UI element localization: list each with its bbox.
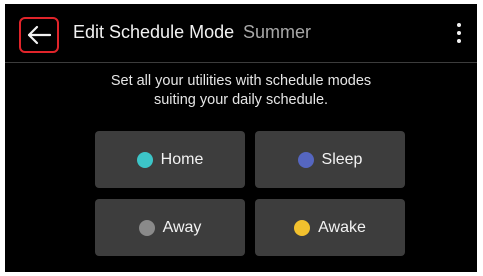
mode-label: Awake xyxy=(318,218,366,236)
mode-button-sleep[interactable]: Sleep xyxy=(255,131,405,188)
more-vertical-icon xyxy=(457,23,461,27)
home-color-dot-icon xyxy=(136,151,153,168)
more-options-button[interactable] xyxy=(451,20,467,46)
awake-color-dot-icon xyxy=(294,219,311,236)
mode-label: Away xyxy=(162,218,202,236)
description-line-1: Set all your utilities with schedule mod… xyxy=(110,73,372,89)
app-bar: Edit Schedule Mode Summer xyxy=(5,4,477,63)
arrow-left-icon xyxy=(27,25,52,45)
sleep-color-dot-icon xyxy=(297,151,314,168)
away-color-dot-icon xyxy=(138,219,155,236)
mode-grid: Home Sleep Away Awake xyxy=(95,131,407,259)
page-title: Edit Schedule Mode xyxy=(73,22,235,42)
description-text: Set all your utilities with schedule mod… xyxy=(5,72,477,110)
schedule-name: Summer xyxy=(243,22,312,42)
more-vertical-icon-dot xyxy=(457,39,461,43)
mode-label: Sleep xyxy=(321,150,363,168)
mode-button-home[interactable]: Home xyxy=(95,131,245,188)
app-screen: Edit Schedule Mode Summer Set all your u… xyxy=(5,4,477,272)
mode-button-away[interactable]: Away xyxy=(95,199,245,256)
mode-button-awake[interactable]: Awake xyxy=(255,199,405,256)
back-button[interactable] xyxy=(19,17,59,53)
mode-label: Home xyxy=(160,150,204,168)
description-line-2: suiting your daily schedule. xyxy=(153,92,329,108)
more-vertical-icon-dot xyxy=(457,31,461,35)
